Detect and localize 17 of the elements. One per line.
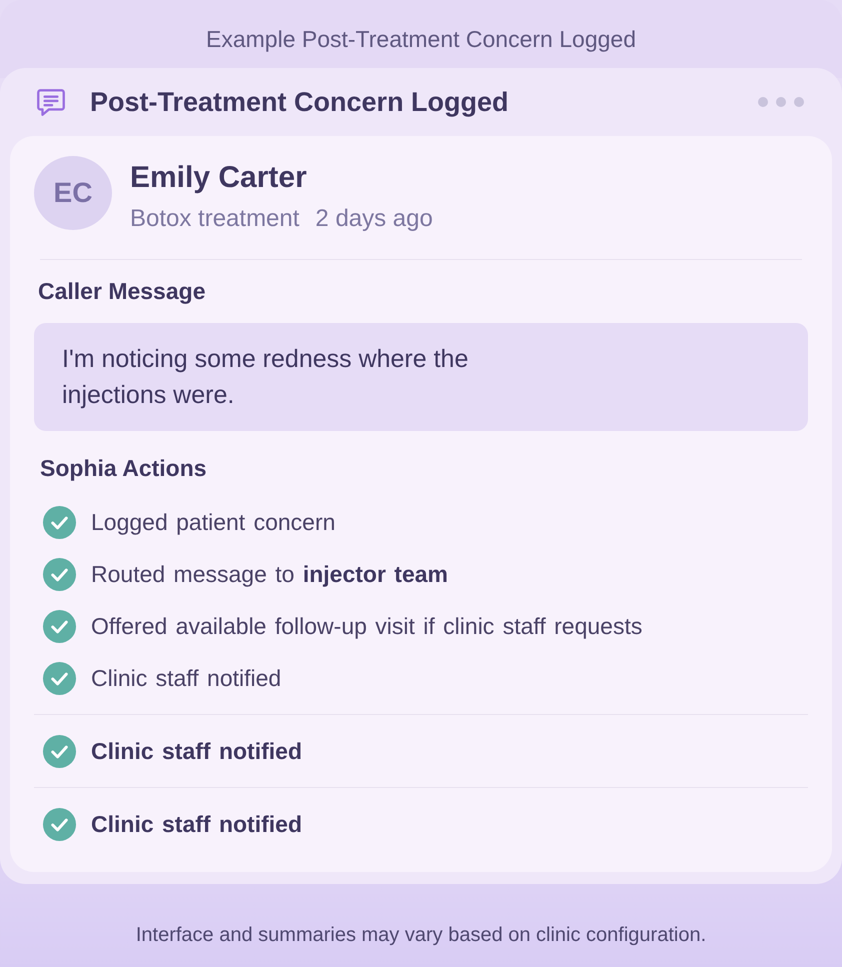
banner-title: Example Post-Treatment Concern Logged [206,26,636,53]
section-heading: Caller Message [38,278,206,305]
treatment-label: Botox treatment [130,205,300,233]
action-text: Clinic staff notified [91,664,282,692]
footer-note: Interface and summaries may vary based on clinic configuration. [136,924,706,947]
patient-name: Emily Carter [130,161,308,195]
avatar: EC [34,156,112,230]
action-text: Clinic staff notified [91,810,302,838]
action-text: Routed message to injector team [91,560,448,588]
caller-message: I'm noticing some redness where the injections were. [34,323,808,431]
section-heading: Sophia Actions [40,455,208,482]
action-text: Logged patient concern [91,508,336,536]
action-text: Clinic staff notified [91,738,302,764]
time-label: 2 days ago [315,205,433,233]
more-icon [758,96,804,108]
panel-title: Post-Treatment Concern Logged [90,86,510,118]
action-text: Offered available follow-up visit if clinic staff requests [91,612,642,640]
